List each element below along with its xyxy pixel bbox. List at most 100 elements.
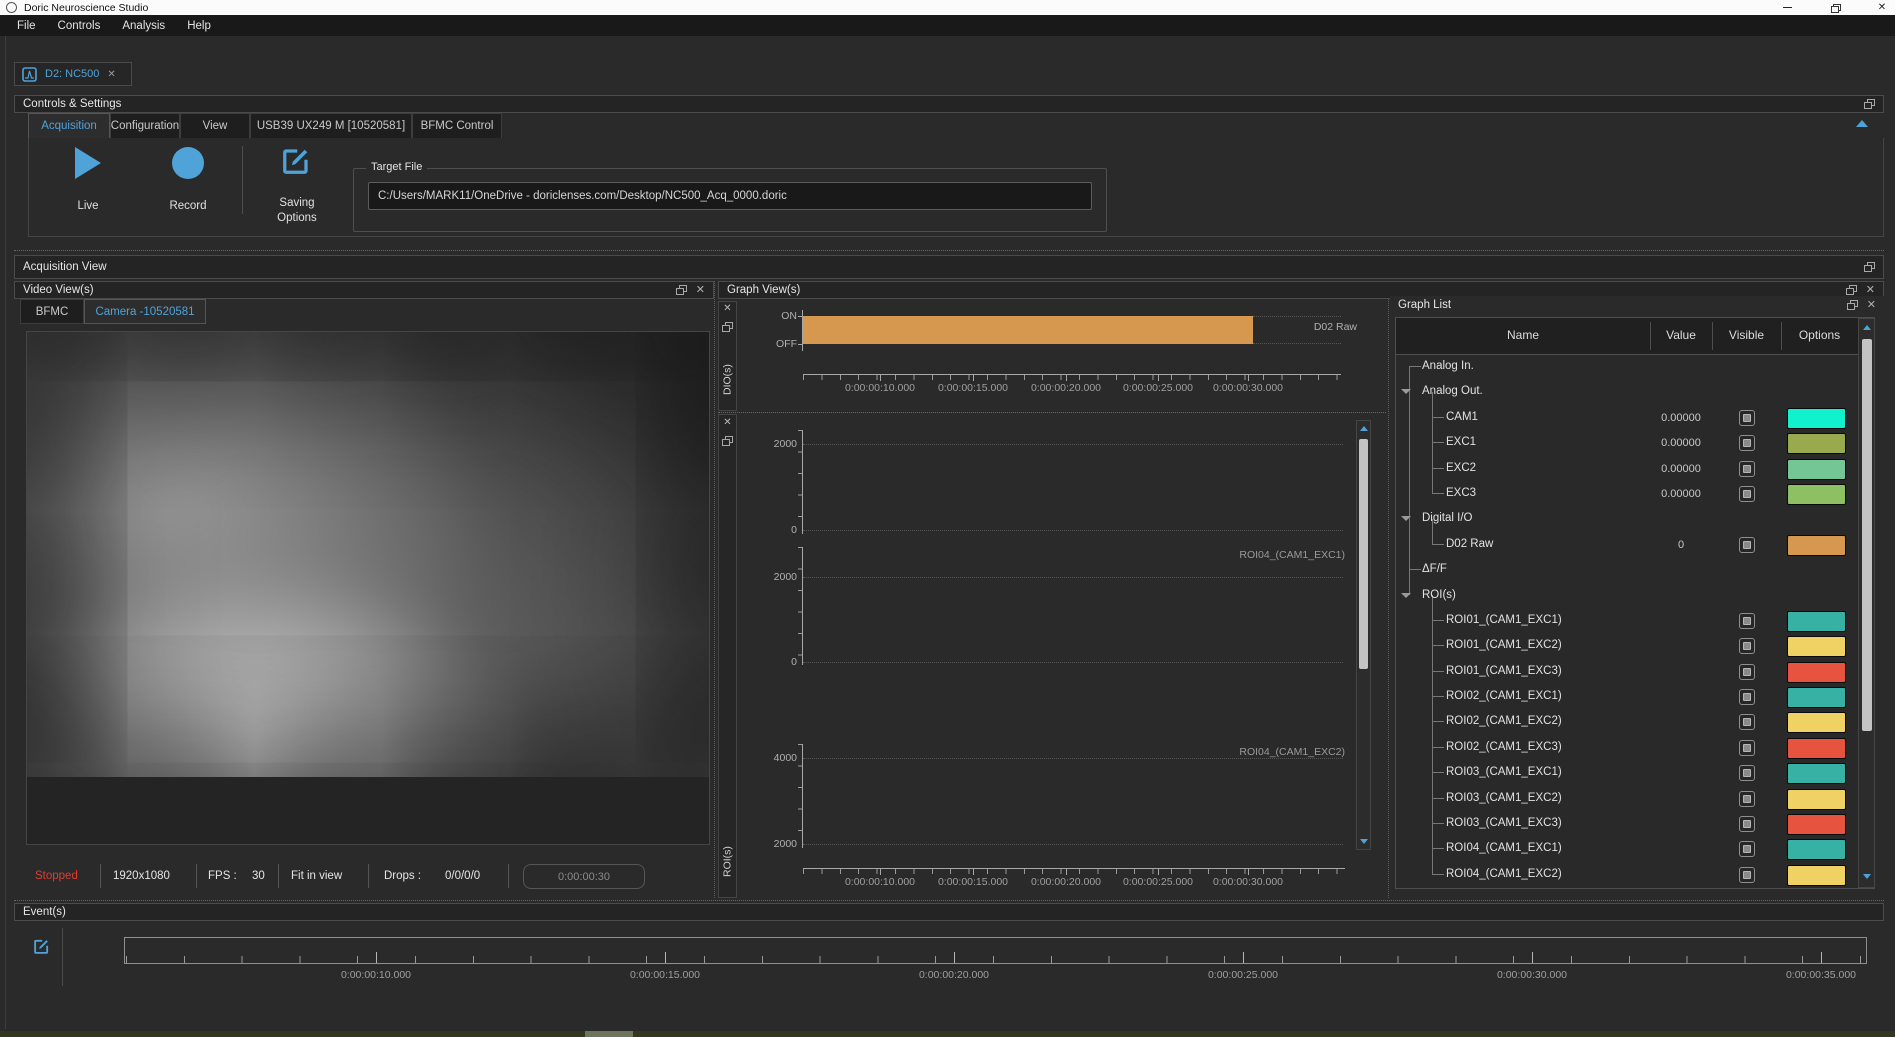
visible-checkbox[interactable]: [1739, 841, 1755, 857]
color-swatch[interactable]: [1787, 408, 1846, 429]
roi-float-icon[interactable]: [722, 436, 733, 446]
menu-help[interactable]: Help: [176, 20, 222, 32]
visible-checkbox[interactable]: [1739, 791, 1755, 807]
list-item[interactable]: ROI02_(CAM1_EXC3): [1396, 735, 1858, 760]
visible-checkbox[interactable]: [1739, 689, 1755, 705]
list-item[interactable]: CAM1 0.00000: [1396, 405, 1858, 430]
dio-float-icon[interactable]: [722, 322, 733, 332]
visible-checkbox[interactable]: [1739, 435, 1755, 451]
visible-checkbox[interactable]: [1739, 638, 1755, 654]
list-item[interactable]: EXC2 0.00000: [1396, 456, 1858, 481]
float-panel-icon[interactable]: [1846, 285, 1857, 295]
scroll-up-icon[interactable]: [1863, 325, 1871, 330]
collapse-arrow-icon[interactable]: [1401, 389, 1411, 394]
visible-checkbox[interactable]: [1739, 740, 1755, 756]
scroll-up-icon[interactable]: [1360, 426, 1368, 431]
list-item[interactable]: ROI01_(CAM1_EXC3): [1396, 659, 1858, 684]
color-swatch[interactable]: [1787, 865, 1846, 886]
splitter-horizontal[interactable]: [14, 250, 1884, 251]
color-swatch[interactable]: [1787, 738, 1846, 759]
list-item[interactable]: ROI01_(CAM1_EXC2): [1396, 633, 1858, 658]
color-swatch[interactable]: [1787, 535, 1846, 556]
visible-checkbox[interactable]: [1739, 461, 1755, 477]
float-panel-icon[interactable]: [676, 285, 687, 295]
list-item[interactable]: D02 Raw 0: [1396, 532, 1858, 557]
menu-file[interactable]: File: [6, 20, 47, 32]
saving-options-button[interactable]: [281, 146, 311, 181]
color-swatch[interactable]: [1787, 662, 1846, 683]
visible-checkbox[interactable]: [1739, 613, 1755, 629]
color-swatch[interactable]: [1787, 789, 1846, 810]
visible-checkbox[interactable]: [1739, 867, 1755, 883]
float-panel-icon[interactable]: [1847, 300, 1858, 310]
tab-acquisition[interactable]: Acquisition: [28, 113, 110, 139]
tab-usb-device[interactable]: USB39 UX249 M [10520581]: [250, 113, 412, 139]
graph-list-scrollbar[interactable]: [1858, 318, 1875, 888]
color-swatch[interactable]: [1787, 433, 1846, 454]
list-item[interactable]: ROI04_(CAM1_EXC2): [1396, 862, 1858, 887]
collapse-panel-icon[interactable]: [1856, 120, 1868, 127]
session-tab[interactable]: D2: NC500 ✕: [14, 62, 132, 86]
splitter-vertical[interactable]: [714, 281, 715, 898]
events-edit-button[interactable]: [33, 938, 50, 960]
color-swatch[interactable]: [1787, 712, 1846, 733]
close-panel-icon[interactable]: ✕: [696, 285, 705, 296]
target-file-input[interactable]: C:/Users/MARK11/OneDrive - doriclenses.c…: [368, 182, 1092, 210]
scrollbar-thumb[interactable]: [1862, 339, 1872, 731]
list-item[interactable]: ROI02_(CAM1_EXC2): [1396, 709, 1858, 734]
list-item[interactable]: EXC3 0.00000: [1396, 481, 1858, 506]
color-swatch[interactable]: [1787, 459, 1846, 480]
list-item[interactable]: Analog Out.: [1396, 379, 1858, 404]
color-swatch[interactable]: [1787, 763, 1846, 784]
color-swatch[interactable]: [1787, 636, 1846, 657]
color-swatch[interactable]: [1787, 687, 1846, 708]
live-button[interactable]: [75, 147, 101, 179]
list-item[interactable]: ROI03_(CAM1_EXC2): [1396, 786, 1858, 811]
list-item[interactable]: Analog In.: [1396, 354, 1858, 379]
list-item[interactable]: ROI03_(CAM1_EXC3): [1396, 811, 1858, 836]
color-swatch[interactable]: [1787, 484, 1846, 505]
list-item[interactable]: EXC1 0.00000: [1396, 430, 1858, 455]
splitter-vertical[interactable]: [1388, 299, 1389, 898]
list-item[interactable]: ROI04_(CAM1_EXC1): [1396, 836, 1858, 861]
menu-controls[interactable]: Controls: [47, 20, 112, 32]
close-panel-icon[interactable]: ✕: [1867, 300, 1876, 311]
tab-view[interactable]: View: [180, 113, 250, 139]
list-item[interactable]: Digital I/O: [1396, 506, 1858, 531]
color-swatch[interactable]: [1787, 814, 1846, 835]
column-options[interactable]: Options: [1781, 328, 1858, 342]
fit-in-view[interactable]: Fit in view: [291, 870, 342, 882]
collapse-arrow-icon[interactable]: [1401, 516, 1411, 521]
close-button[interactable]: ✕: [1871, 0, 1893, 15]
color-swatch[interactable]: [1787, 839, 1846, 860]
minimize-button[interactable]: [1776, 0, 1798, 15]
video-tab-bfmc[interactable]: BFMC: [20, 299, 84, 324]
column-visible[interactable]: Visible: [1712, 328, 1781, 342]
visible-checkbox[interactable]: [1739, 765, 1755, 781]
close-panel-icon[interactable]: ✕: [1866, 285, 1875, 296]
visible-checkbox[interactable]: [1739, 816, 1755, 832]
scroll-down-icon[interactable]: [1863, 874, 1871, 879]
float-panel-icon[interactable]: [1864, 262, 1875, 272]
splitter-horizontal[interactable]: [718, 412, 1386, 413]
visible-checkbox[interactable]: [1739, 486, 1755, 502]
dio-close-icon[interactable]: ✕: [718, 303, 737, 314]
visible-checkbox[interactable]: [1739, 537, 1755, 553]
visible-checkbox[interactable]: [1739, 410, 1755, 426]
scrollbar-thumb[interactable]: [1359, 439, 1368, 669]
tab-configuration[interactable]: Configuration: [110, 113, 180, 139]
float-panel-icon[interactable]: [1864, 99, 1875, 109]
column-name[interactable]: Name: [1396, 328, 1650, 342]
record-button[interactable]: [172, 147, 204, 179]
column-value[interactable]: Value: [1650, 328, 1712, 342]
list-item[interactable]: ROI01_(CAM1_EXC1): [1396, 608, 1858, 633]
list-item[interactable]: ΔF/F: [1396, 557, 1858, 582]
tab-bfmc-control[interactable]: BFMC Control: [412, 113, 502, 139]
color-swatch[interactable]: [1787, 611, 1846, 632]
visible-checkbox[interactable]: [1739, 714, 1755, 730]
visible-checkbox[interactable]: [1739, 664, 1755, 680]
list-item[interactable]: ROI03_(CAM1_EXC1): [1396, 760, 1858, 785]
session-tab-close-icon[interactable]: ✕: [107, 69, 115, 80]
list-item[interactable]: ROI02_(CAM1_EXC1): [1396, 684, 1858, 709]
roi-scrollbar[interactable]: [1356, 420, 1371, 850]
